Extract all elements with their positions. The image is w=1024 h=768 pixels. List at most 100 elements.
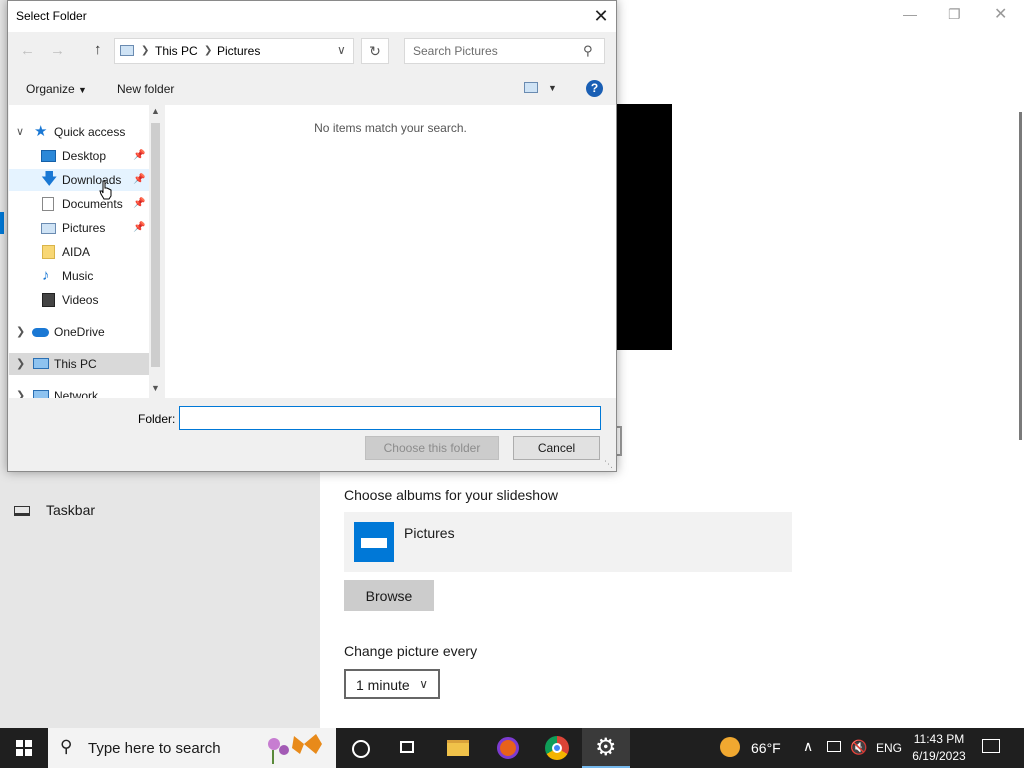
restore-icon[interactable]: ❐ <box>948 6 961 23</box>
firefox-button[interactable] <box>484 728 532 768</box>
chevron-down-icon[interactable]: ∨ <box>337 43 346 57</box>
organize-button[interactable]: Organize ▼ <box>26 82 87 96</box>
refresh-button[interactable]: ↻ <box>361 38 389 64</box>
tree-item-label: Quick access <box>54 125 126 139</box>
interval-value: 1 minute <box>356 677 410 693</box>
choose-albums-label: Choose albums for your slideshow <box>344 487 558 503</box>
expand-closed-icon[interactable]: ❯ <box>16 321 25 343</box>
butterfly-flowers-icon <box>268 734 322 764</box>
cloud-icon <box>32 328 49 337</box>
tree-item-documents[interactable]: Documents 📌 <box>9 193 149 215</box>
scroll-down-icon[interactable]: ▼ <box>151 383 160 393</box>
navigation-tree: ∨ ★ Quick access Desktop 📌 🡇 Downloads 📌… <box>9 105 162 398</box>
show-hidden-icons-icon[interactable]: ∧ <box>803 738 813 755</box>
breadcrumb-separator-icon: ❯ <box>204 45 213 56</box>
tree-item-label: Music <box>62 269 94 283</box>
expand-closed-icon[interactable]: ❯ <box>16 353 25 375</box>
forward-arrow-icon[interactable]: → <box>50 42 65 59</box>
tree-item-this-pc[interactable]: ❯ This PC <box>9 353 149 375</box>
settings-app-button[interactable]: ⚙ <box>582 728 630 768</box>
windows-logo-icon <box>16 740 32 756</box>
view-options-icon[interactable] <box>524 82 538 93</box>
close-icon[interactable]: ✕ <box>590 5 612 27</box>
clock-date[interactable]: 6/19/2023 <box>906 749 972 763</box>
computer-icon <box>33 358 49 369</box>
dialog-title: Select Folder <box>16 9 87 23</box>
tree-item-network[interactable]: ❯ Network <box>9 385 149 398</box>
tree-item-label: This PC <box>54 357 97 371</box>
task-view-button[interactable] <box>384 728 432 768</box>
album-folder-icon <box>354 522 394 562</box>
file-explorer-button[interactable] <box>434 728 482 768</box>
cortana-button[interactable] <box>336 728 384 768</box>
download-icon: 🡇 <box>41 171 58 188</box>
choose-folder-button[interactable]: Choose this folder <box>365 436 499 460</box>
browse-button[interactable]: Browse <box>344 580 434 611</box>
pin-icon: 📌 <box>133 222 146 233</box>
dialog-titlebar: Select Folder ✕ <box>8 1 616 32</box>
nav-item-taskbar[interactable]: Taskbar <box>14 502 254 524</box>
notifications-icon[interactable] <box>982 739 1000 753</box>
chevron-down-icon: ∨ <box>419 677 428 691</box>
start-button[interactable] <box>0 728 48 768</box>
empty-message: No items match your search. <box>314 121 467 135</box>
firefox-icon <box>497 737 519 759</box>
tree-item-label: Videos <box>62 293 99 307</box>
interval-dropdown[interactable]: 1 minute ∨ <box>344 669 440 699</box>
language-indicator[interactable]: ENG <box>876 741 902 755</box>
folder-icon <box>42 245 55 259</box>
clock-time[interactable]: 11:43 PM <box>912 732 966 746</box>
weather-temperature[interactable]: 66°F <box>751 740 781 756</box>
tree-item-label: OneDrive <box>54 325 105 339</box>
chrome-button[interactable] <box>533 728 581 768</box>
tree-item-label: Network <box>54 389 99 398</box>
breadcrumb-this-pc[interactable]: This PC <box>155 44 198 58</box>
scroll-up-icon[interactable]: ▲ <box>151 106 160 116</box>
search-box[interactable]: ⚲ <box>404 38 605 64</box>
tree-item-aida[interactable]: AIDA <box>9 241 149 263</box>
network-status-icon[interactable] <box>827 741 841 752</box>
cancel-button[interactable]: Cancel <box>513 436 600 460</box>
volume-muted-icon[interactable]: 🔇 <box>850 739 867 756</box>
desktop-icon <box>41 150 56 162</box>
tree-item-onedrive[interactable]: ❯ OneDrive <box>9 321 149 343</box>
scrollbar-thumb[interactable] <box>151 123 160 367</box>
task-view-icon <box>400 741 414 753</box>
tree-item-label: Desktop <box>62 149 107 163</box>
background-preview <box>616 104 672 350</box>
taskbar-search-placeholder: Type here to search <box>88 740 221 757</box>
new-folder-button[interactable]: New folder <box>117 82 174 96</box>
tree-item-music[interactable]: ♪ Music <box>9 265 149 287</box>
breadcrumb-separator-icon: ❯ <box>141 45 150 56</box>
chrome-center <box>552 743 562 753</box>
tree-item-pictures[interactable]: Pictures 📌 <box>9 217 149 239</box>
taskbar-icon <box>14 506 30 517</box>
tree-item-desktop[interactable]: Desktop 📌 <box>9 145 149 167</box>
taskbar-search-box[interactable]: ⚲ Type here to search <box>48 728 336 768</box>
address-bar[interactable]: ❯ This PC ❯ Pictures ∨ <box>114 38 354 64</box>
album-item-pictures[interactable]: Pictures <box>344 512 792 572</box>
search-icon[interactable]: ⚲ <box>583 43 593 59</box>
settings-scrollbar[interactable] <box>1019 112 1022 440</box>
pin-icon: 📌 <box>133 174 146 185</box>
back-arrow-icon[interactable]: ← <box>20 42 35 59</box>
weather-moon-icon[interactable] <box>720 737 740 757</box>
tree-item-quick-access[interactable]: ∨ ★ Quick access <box>9 121 149 143</box>
tree-scrollbar[interactable]: ▲ ▼ <box>149 105 162 398</box>
tree-item-downloads[interactable]: 🡇 Downloads 📌 <box>9 169 149 191</box>
pin-icon: 📌 <box>133 150 146 161</box>
up-arrow-icon[interactable]: ↑ <box>94 41 102 58</box>
expand-closed-icon[interactable]: ❯ <box>16 385 25 398</box>
resize-grip-icon[interactable]: ⋱ <box>604 459 613 470</box>
expand-open-icon[interactable]: ∨ <box>16 121 24 143</box>
search-input[interactable] <box>411 43 575 59</box>
tree-item-videos[interactable]: Videos <box>9 289 149 311</box>
close-window-icon[interactable]: ✕ <box>994 4 1007 24</box>
breadcrumb-pictures[interactable]: Pictures <box>217 44 260 58</box>
view-dropdown-arrow-icon[interactable]: ▼ <box>548 83 557 93</box>
help-icon[interactable]: ? <box>586 80 603 97</box>
file-list-area: No items match your search. <box>165 105 616 398</box>
pictures-location-icon <box>120 45 134 56</box>
minimize-icon[interactable]: — <box>903 6 917 22</box>
folder-input[interactable] <box>179 406 601 430</box>
